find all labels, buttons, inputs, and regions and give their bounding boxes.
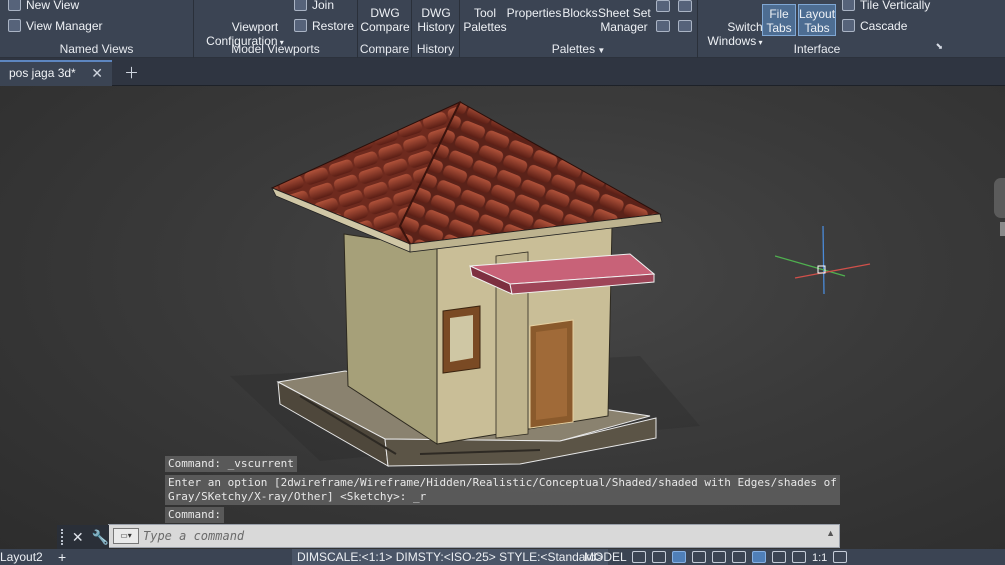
close-icon[interactable]: ✕: [72, 529, 84, 546]
panel-model-viewports: Viewport Configuration ▾ Join Restore Mo…: [194, 0, 358, 58]
file-tabs-button[interactable]: File Tabs: [762, 4, 796, 36]
panel-title-model-viewports: Model Viewports: [231, 42, 320, 56]
viewcube-icon[interactable]: [994, 178, 1005, 218]
command-history-line-3: Command:: [165, 507, 224, 523]
calculator-icon[interactable]: [678, 0, 692, 12]
file-tab-strip: pos jaga 3d* ✕ ＋: [0, 58, 1005, 86]
auto-scale-icon[interactable]: [792, 551, 806, 563]
cascade-icon: [842, 19, 855, 32]
isometric-icon[interactable]: [712, 551, 726, 563]
wrench-icon[interactable]: 🔧: [92, 529, 109, 546]
command-line: ✕ 🔧 ▭▾ ▲: [57, 524, 840, 549]
ucs-crosshair-icon: [775, 226, 871, 295]
command-input[interactable]: [143, 527, 793, 545]
polar-tracking-icon[interactable]: [692, 551, 706, 563]
restore-icon: [294, 19, 307, 32]
new-view-button[interactable]: New View: [8, 0, 79, 12]
join-button[interactable]: Join: [294, 0, 334, 12]
layout-tabs-button[interactable]: Layout Tabs: [798, 4, 836, 36]
recent-commands-icon[interactable]: ▭▾: [113, 528, 139, 544]
gear-icon[interactable]: [833, 551, 848, 563]
snap-icon[interactable]: [652, 551, 666, 563]
view-manager-icon: [8, 19, 21, 32]
drag-handle-icon[interactable]: [61, 529, 64, 545]
markup-set-icon[interactable]: [678, 20, 692, 32]
status-bar: Layout2 + DIMSCALE:<1:1> DIMSTY:<ISO-25>…: [0, 549, 1005, 565]
tool-palettes-button[interactable]: Tool Palettes: [462, 6, 508, 34]
panel-named-views: New View View Manager Named Views: [0, 0, 194, 58]
panel-interface: Switch Windows ▾ File Tabs Layout Tabs T…: [698, 0, 1005, 58]
tile-vertically-icon: [842, 0, 855, 11]
sheet-set-manager-button[interactable]: Sheet Set Manager: [598, 6, 651, 34]
panel-title-compare: Compare: [359, 42, 410, 56]
navigation-bar-icon[interactable]: [1000, 222, 1005, 236]
view-manager-button[interactable]: View Manager: [8, 19, 103, 33]
panel-title-history: History: [416, 42, 455, 56]
command-line-controls: ✕ 🔧: [57, 525, 109, 549]
panel-title-palettes[interactable]: Palettes ▼: [460, 42, 697, 56]
restore-button[interactable]: Restore: [294, 19, 354, 33]
properties-button[interactable]: Properties: [506, 6, 562, 20]
object-snap-icon[interactable]: [732, 551, 746, 563]
status-toggles: 1:1: [632, 549, 848, 565]
dwg-compare-button[interactable]: DWG Compare: [358, 6, 412, 34]
command-history-line-2: Enter an option [2dwireframe/Wireframe/H…: [165, 475, 840, 505]
blocks-button[interactable]: Blocks: [562, 6, 598, 20]
selection-cycling-icon[interactable]: [752, 551, 766, 563]
command-history-line-1: Command: _vscurrent: [165, 456, 297, 472]
panel-compare: DWG Compare Compare: [358, 0, 412, 58]
chevron-down-icon: ▼: [595, 46, 606, 55]
panel-title-named-views: Named Views: [59, 42, 134, 56]
ribbon: New View View Manager Named Views Viewpo…: [0, 0, 1005, 58]
dwg-history-button[interactable]: DWG History: [412, 6, 460, 34]
add-layout-icon[interactable]: +: [58, 549, 66, 565]
dialog-launcher-icon[interactable]: ⬊: [935, 41, 943, 52]
tile-vertically-button[interactable]: Tile Vertically: [842, 0, 930, 12]
database-icon[interactable]: [656, 20, 670, 32]
ortho-icon[interactable]: [672, 551, 686, 563]
add-tab-icon[interactable]: ＋: [124, 62, 139, 83]
join-icon: [294, 0, 307, 11]
dimension-style-readout: DIMSCALE:<1:1> DIMSTY:<ISO-25> STYLE:<St…: [292, 549, 609, 565]
new-view-icon: [8, 0, 21, 11]
model-space-toggle[interactable]: MODEL: [584, 549, 627, 565]
annotation-visibility-icon[interactable]: [772, 551, 786, 563]
panel-history: DWG History History: [412, 0, 460, 58]
layout-tab-layout2[interactable]: Layout2: [0, 549, 49, 565]
annotation-scale[interactable]: 1:1: [812, 551, 827, 564]
layer-palette-icon[interactable]: [656, 0, 670, 12]
chevron-up-icon[interactable]: ▲: [826, 528, 835, 538]
close-icon[interactable]: ✕: [91, 62, 103, 84]
cascade-button[interactable]: Cascade: [842, 19, 907, 33]
panel-palettes: Tool Palettes Properties Blocks Sheet Se…: [460, 0, 698, 58]
doc-tab-pos-jaga-3d[interactable]: pos jaga 3d* ✕: [0, 60, 112, 86]
panel-title-interface: Interface: [793, 42, 841, 56]
grid-icon[interactable]: [632, 551, 646, 563]
